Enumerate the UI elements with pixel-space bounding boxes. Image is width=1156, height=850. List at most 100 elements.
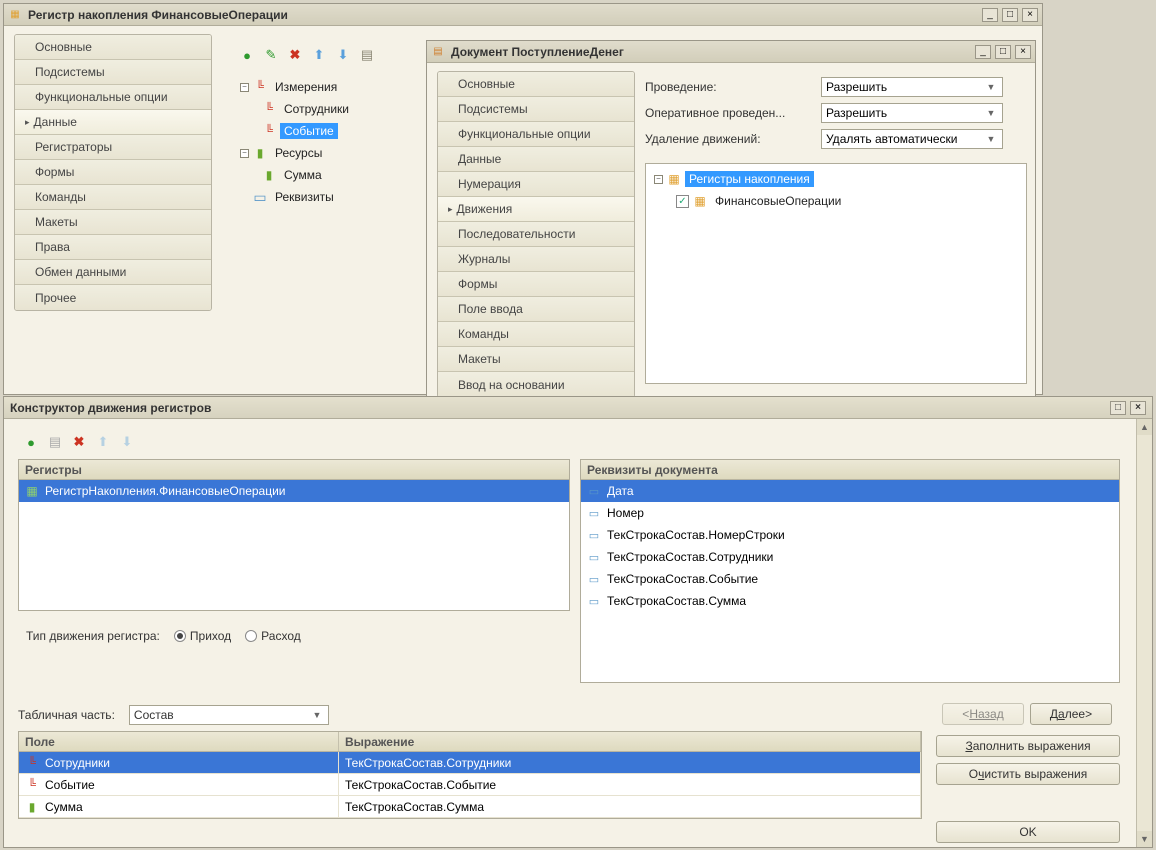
nav-tab[interactable]: Основные xyxy=(438,72,634,97)
minimize-button[interactable]: _ xyxy=(975,45,991,59)
doc-attr-row[interactable]: ▭ ТекСтрокаСостав.НомерСтроки xyxy=(581,524,1119,546)
add-icon[interactable]: ● xyxy=(238,46,256,64)
nav-tab[interactable]: Формы xyxy=(438,272,634,297)
add-with-icon[interactable]: ▤ xyxy=(46,433,64,451)
collapse-icon[interactable]: − xyxy=(240,83,249,92)
expr-cell: ТекСтрокаСостав.Сумма xyxy=(339,796,921,817)
operative-posting-combo[interactable]: Разрешить ▼ xyxy=(821,103,1003,123)
nav-tab[interactable]: Основные xyxy=(15,35,211,60)
register-checkbox[interactable]: ✓ xyxy=(676,195,689,208)
nav-tab[interactable]: Команды xyxy=(438,322,634,347)
dimension-item-selected[interactable]: Событие xyxy=(280,123,338,139)
nav-tab[interactable]: Формы xyxy=(15,160,211,185)
nav-tab[interactable]: Движения xyxy=(438,197,634,222)
nav-tab[interactable]: Ввод на основании xyxy=(438,372,634,397)
doc-attr-row[interactable]: ▭Дата xyxy=(581,480,1119,502)
attributes-node[interactable]: Реквизиты xyxy=(271,189,338,205)
vertical-scrollbar[interactable]: ▲ ▼ xyxy=(1136,419,1152,847)
nav-tabs: ОсновныеПодсистемыФункциональные опцииДа… xyxy=(437,71,635,398)
move-down-icon[interactable]: ⬇ xyxy=(118,433,136,451)
table-row[interactable]: ▮СуммаТекСтрокаСостав.Сумма xyxy=(19,796,921,818)
expr-cell: ТекСтрокаСостав.Событие xyxy=(339,774,921,795)
dimension-item[interactable]: Сотрудники xyxy=(280,101,353,117)
add-icon[interactable]: ● xyxy=(22,433,40,451)
structure-tree[interactable]: − ╚ Измерения ╚ Сотрудники ╚ Событие − ▮… xyxy=(238,76,418,208)
back-button[interactable]: <Назад xyxy=(942,703,1024,725)
combo-value: Разрешить xyxy=(826,80,887,94)
maximize-button[interactable]: □ xyxy=(1110,401,1126,415)
register-group[interactable]: Регистры накопления xyxy=(685,171,814,187)
doc-attr-label: ТекСтрокаСостав.Сотрудники xyxy=(607,550,773,564)
nav-tab[interactable]: Журналы xyxy=(438,247,634,272)
ok-button[interactable]: OK xyxy=(936,821,1120,843)
scroll-up-icon[interactable]: ▲ xyxy=(1137,419,1152,435)
delete-icon[interactable]: ✖ xyxy=(70,433,88,451)
nav-tab[interactable]: Макеты xyxy=(438,347,634,372)
nav-tab[interactable]: Команды xyxy=(15,185,211,210)
next-button[interactable]: Далее> xyxy=(1030,703,1112,725)
spacer xyxy=(240,193,249,202)
doc-attr-row[interactable]: ▭ТекСтрокаСостав.Событие xyxy=(581,568,1119,590)
edit-icon[interactable]: ✎ xyxy=(262,46,280,64)
close-button[interactable]: × xyxy=(1130,401,1146,415)
nav-tab[interactable]: Макеты xyxy=(15,210,211,235)
minimize-button[interactable]: _ xyxy=(982,8,998,22)
move-up-icon[interactable]: ⬆ xyxy=(94,433,112,451)
maximize-button[interactable]: □ xyxy=(1002,8,1018,22)
close-button[interactable]: × xyxy=(1015,45,1031,59)
nav-tab[interactable]: Данные xyxy=(15,110,211,135)
delete-movements-combo[interactable]: Удалять автоматически ▼ xyxy=(821,129,1003,149)
dimensions-node[interactable]: Измерения xyxy=(271,79,341,95)
nav-tab[interactable]: Обмен данными xyxy=(15,260,211,285)
nav-tab[interactable]: Последовательности xyxy=(438,222,634,247)
doc-attr-row[interactable]: ▭Номер xyxy=(581,502,1119,524)
doc-attr-row[interactable]: ▭ТекСтрокаСостав.Сумма xyxy=(581,590,1119,612)
posting-combo[interactable]: Разрешить ▼ xyxy=(821,77,1003,97)
radio-income[interactable]: Приход xyxy=(174,629,231,643)
nav-tab[interactable]: Права xyxy=(15,235,211,260)
nav-tab[interactable]: Поле ввода xyxy=(438,297,634,322)
nav-tab[interactable]: Функциональные опции xyxy=(15,85,211,110)
mapping-table[interactable]: Поле Выражение ╚СотрудникиТекСтрокаСоста… xyxy=(18,731,922,819)
nav-tab[interactable]: Данные xyxy=(438,147,634,172)
move-down-icon[interactable]: ⬇ xyxy=(334,46,352,64)
table-row[interactable]: ╚СотрудникиТекСтрокаСостав.Сотрудники xyxy=(19,752,921,774)
resource-item[interactable]: Сумма xyxy=(280,167,326,183)
collapse-icon[interactable]: − xyxy=(654,175,663,184)
table-row[interactable]: ╚СобытиеТекСтрокаСостав.Событие xyxy=(19,774,921,796)
nav-tab[interactable]: Прочее xyxy=(15,285,211,310)
maximize-button[interactable]: □ xyxy=(995,45,1011,59)
chevron-down-icon: ▼ xyxy=(984,134,998,144)
fill-expressions-button[interactable]: Заполнить выражения xyxy=(936,735,1120,757)
radio-expense[interactable]: Расход xyxy=(245,629,301,643)
toolbar: ● ✎ ✖ ⬆ ⬇ ▤ xyxy=(238,46,376,64)
register-row[interactable]: ▦ РегистрНакопления.ФинансовыеОперации xyxy=(19,480,569,502)
nav-tab[interactable]: Функциональные опции xyxy=(438,122,634,147)
nav-tab[interactable]: Подсистемы xyxy=(15,60,211,85)
doc-attr-row[interactable]: ▭ТекСтрокаСостав.Сотрудники xyxy=(581,546,1119,568)
nav-tab[interactable]: Подсистемы xyxy=(438,97,634,122)
combo-value: Состав xyxy=(134,708,174,722)
doc-attr-label: Дата xyxy=(607,484,634,498)
tabular-part-label: Табличная часть: xyxy=(18,708,115,722)
register-group-icon: ▦ xyxy=(667,172,681,186)
chevron-down-icon: ▼ xyxy=(310,710,324,720)
tabular-part-combo[interactable]: Состав ▼ xyxy=(129,705,329,725)
collapse-icon[interactable]: − xyxy=(240,149,249,158)
nav-tab[interactable]: Регистраторы xyxy=(15,135,211,160)
properties-icon[interactable]: ▤ xyxy=(358,46,376,64)
resource-icon: ▮ xyxy=(262,168,276,182)
resources-node[interactable]: Ресурсы xyxy=(271,145,326,161)
scroll-down-icon[interactable]: ▼ xyxy=(1137,831,1152,847)
field-icon: ▭ xyxy=(587,507,601,520)
prop-label: Проведение: xyxy=(645,80,813,94)
doc-attr-label: ТекСтрокаСостав.НомерСтроки xyxy=(607,528,785,542)
clear-expressions-button[interactable]: Очистить выражения xyxy=(936,763,1120,785)
delete-icon[interactable]: ✖ xyxy=(286,46,304,64)
window-constructor: Конструктор движения регистров □ × ▲ ▼ ●… xyxy=(3,396,1153,848)
field-icon: ▭ xyxy=(587,529,601,542)
nav-tab[interactable]: Нумерация xyxy=(438,172,634,197)
close-button[interactable]: × xyxy=(1022,8,1038,22)
move-up-icon[interactable]: ⬆ xyxy=(310,46,328,64)
register-item[interactable]: ФинансовыеОперации xyxy=(711,193,845,209)
